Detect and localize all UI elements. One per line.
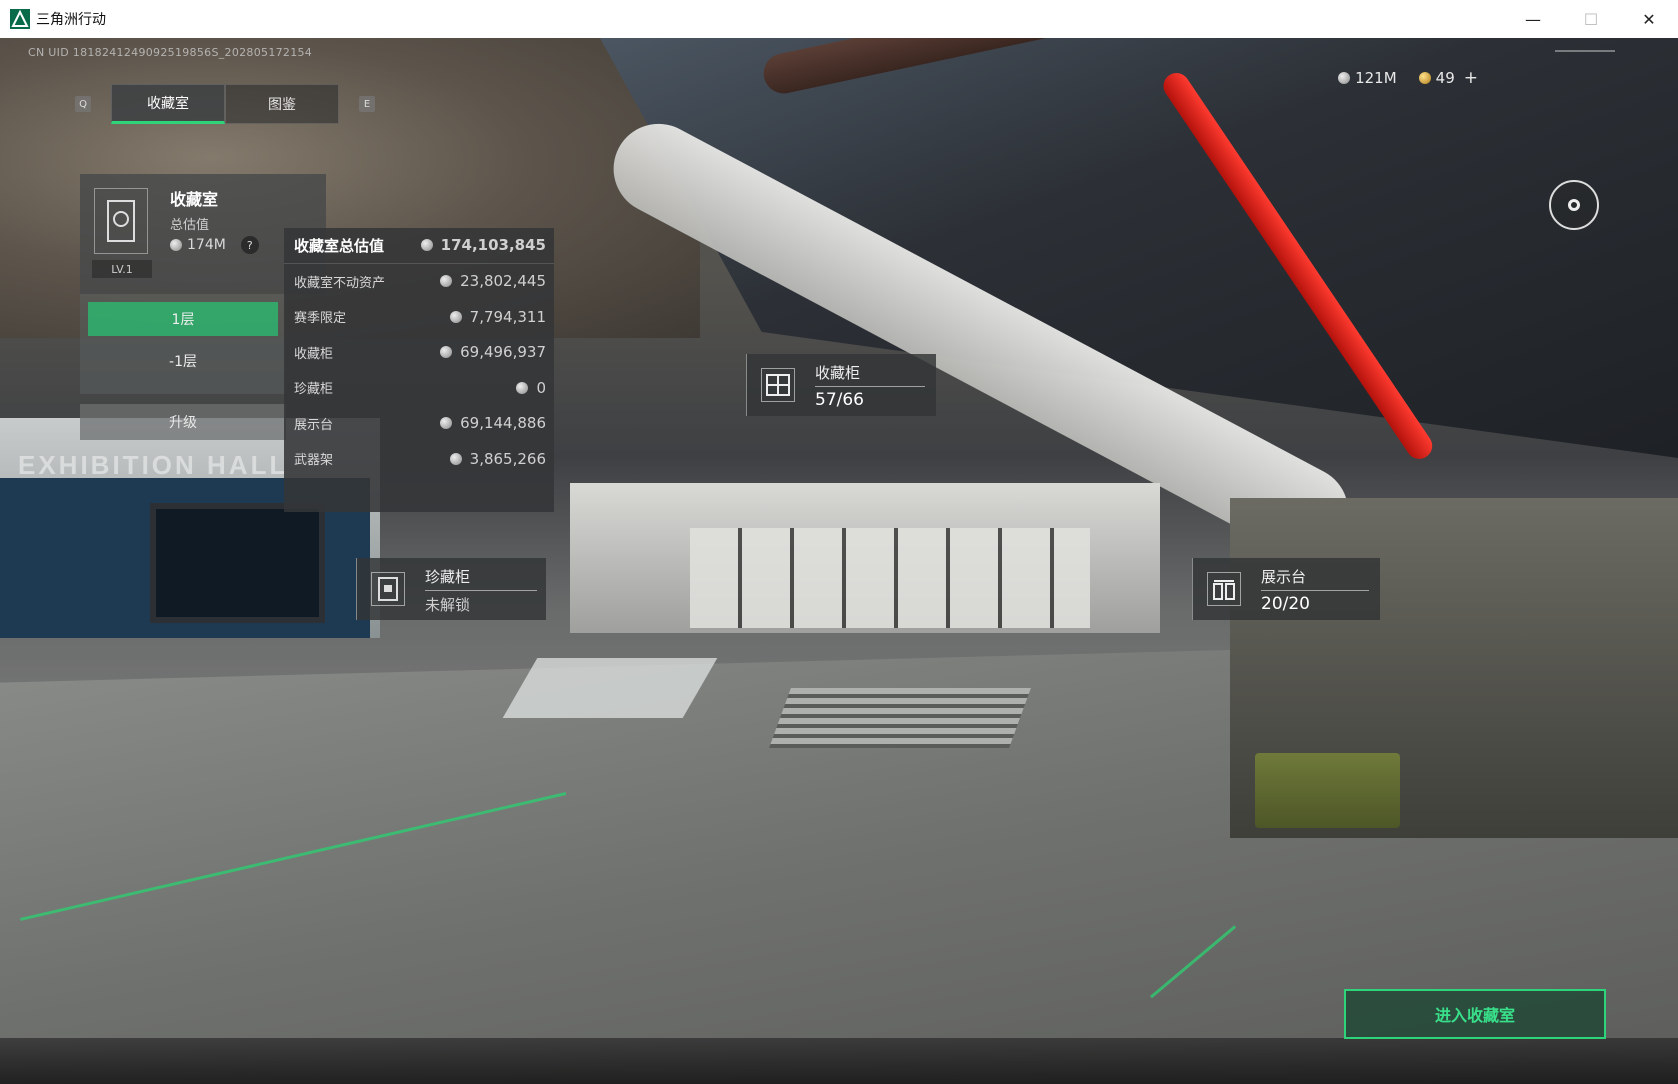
- upgrade-button[interactable]: 升级: [80, 404, 286, 440]
- gold-amount: 49: [1435, 69, 1455, 87]
- rare-cabinet-icon: [371, 572, 405, 606]
- display-stand-icon: [1207, 572, 1241, 606]
- value-row: 赛季限定 7,794,311: [284, 299, 554, 335]
- silver-coin-icon: [440, 275, 453, 288]
- help-icon[interactable]: ?: [240, 236, 259, 254]
- card-title: 收藏室: [170, 190, 219, 209]
- value-label: 展示台: [294, 417, 334, 433]
- marker-divider: [1261, 590, 1369, 591]
- value-row-total: 收藏室总估值 174,103,845: [284, 228, 554, 264]
- floor-1-button[interactable]: 1层: [88, 302, 278, 336]
- maximize-button[interactable]: ☐: [1562, 0, 1620, 38]
- marker-divider: [815, 386, 925, 387]
- game-window: 三角洲行动 — ☐ ✕ EXHIBITION HALL CN UID 18182…: [0, 0, 1678, 1084]
- value-amount: 23,802,445: [460, 272, 546, 291]
- value-amount: 69,496,937: [460, 343, 546, 362]
- title-bar: 三角洲行动 — ☐ ✕: [0, 0, 1678, 38]
- value-row: 收藏室不动资产 23,802,445: [284, 264, 554, 300]
- value-label: 收藏室总估值: [294, 236, 385, 255]
- target-icon: [1568, 199, 1580, 211]
- value-breakdown-panel: 收藏室总估值 174,103,845 收藏室不动资产 23,802,445 赛季…: [284, 228, 554, 512]
- top-tabs: Q 收藏室 图鉴 E: [75, 84, 375, 124]
- silver-coin-icon: [440, 346, 453, 359]
- bottom-bar: [0, 1038, 1678, 1084]
- exhibition-hall-sign: EXHIBITION HALL: [18, 450, 289, 480]
- level-label: LV.1: [92, 260, 152, 278]
- display-stand-marker[interactable]: 展示台 20/20: [1192, 558, 1380, 620]
- silver-amount: 121M: [1355, 69, 1397, 87]
- value-label: 武器架: [294, 453, 334, 469]
- window-title: 三角洲行动: [36, 12, 106, 28]
- value-label: 珍藏柜: [294, 382, 334, 398]
- marker-value: 20/20: [1261, 594, 1310, 614]
- tab-collection-room[interactable]: 收藏室: [111, 84, 225, 124]
- stairs: [769, 688, 1031, 748]
- floor-minus-1-button[interactable]: -1层: [88, 344, 278, 378]
- value-amount: 7,794,311: [469, 307, 546, 326]
- value-amount: 174,103,845: [440, 236, 546, 255]
- value-row: 珍藏柜 0: [284, 370, 554, 406]
- tab-right-key-hint: E: [359, 96, 375, 112]
- tab-catalog[interactable]: 图鉴: [225, 84, 339, 124]
- value-row: 收藏柜 69,496,937: [284, 335, 554, 371]
- player-uid: CN UID 1818241249092519856S_202805172154: [28, 46, 313, 59]
- value-row: 武器架 3,865,266: [284, 441, 554, 477]
- window-controls: — ☐ ✕: [1504, 0, 1678, 38]
- rare-cabinet-marker[interactable]: 珍藏柜 未解锁: [356, 558, 546, 620]
- silver-coin-icon: [1338, 72, 1351, 84]
- collection-shelves: [690, 528, 1090, 628]
- silver-coin-icon: [420, 239, 433, 252]
- minimize-button[interactable]: —: [1504, 0, 1562, 38]
- collection-hall-scene[interactable]: EXHIBITION HALL CN UID 18182412490925198…: [0, 38, 1678, 1084]
- top-decor-line: [1555, 50, 1615, 52]
- silver-currency: 121M: [1338, 69, 1397, 87]
- add-currency-button[interactable]: +: [1464, 68, 1478, 88]
- card-subtitle: 总估值: [170, 218, 210, 233]
- shield-emblem-icon: [107, 200, 135, 242]
- delta-force-logo-icon: [10, 9, 30, 29]
- total-value: 174M: [187, 237, 226, 253]
- card-value: 174M ?: [170, 236, 259, 254]
- value-row: 展示台 69,144,886: [284, 406, 554, 442]
- value-label: 赛季限定: [294, 311, 347, 327]
- floor-selector: 1层 -1层: [80, 294, 286, 394]
- collection-room-badge: [94, 188, 148, 254]
- gold-currency: 49 +: [1418, 68, 1478, 88]
- marker-title: 收藏柜: [815, 364, 861, 382]
- gold-coin-icon: [1418, 72, 1431, 84]
- value-label: 收藏室不动资产: [294, 275, 386, 291]
- marker-title: 展示台: [1261, 568, 1307, 586]
- silver-coin-icon: [440, 417, 453, 430]
- silver-coin-icon: [449, 310, 462, 323]
- marker-value: 未解锁: [425, 596, 471, 614]
- silver-coin-icon: [516, 381, 529, 394]
- cabinet-marker[interactable]: 收藏柜 57/66: [746, 354, 936, 416]
- ammo-crate: [1255, 753, 1400, 828]
- silver-coin-icon: [449, 452, 462, 465]
- marker-value: 57/66: [815, 390, 864, 410]
- cabinet-icon: [761, 368, 795, 402]
- tab-left-key-hint: Q: [75, 96, 91, 112]
- view-reset-button[interactable]: [1549, 180, 1599, 230]
- currency-bar: 121M 49 +: [1338, 68, 1478, 88]
- enter-collection-room-button[interactable]: 进入收藏室: [1344, 989, 1606, 1039]
- value-amount: 0: [536, 378, 546, 397]
- value-label: 收藏柜: [294, 346, 334, 362]
- center-platform: [502, 658, 718, 718]
- value-amount: 69,144,886: [460, 414, 546, 433]
- marker-divider: [425, 590, 537, 591]
- value-amount: 3,865,266: [469, 449, 546, 468]
- close-button[interactable]: ✕: [1620, 0, 1678, 38]
- display-screen: [150, 503, 325, 623]
- silver-coin-icon: [170, 239, 182, 251]
- marker-title: 珍藏柜: [425, 568, 471, 586]
